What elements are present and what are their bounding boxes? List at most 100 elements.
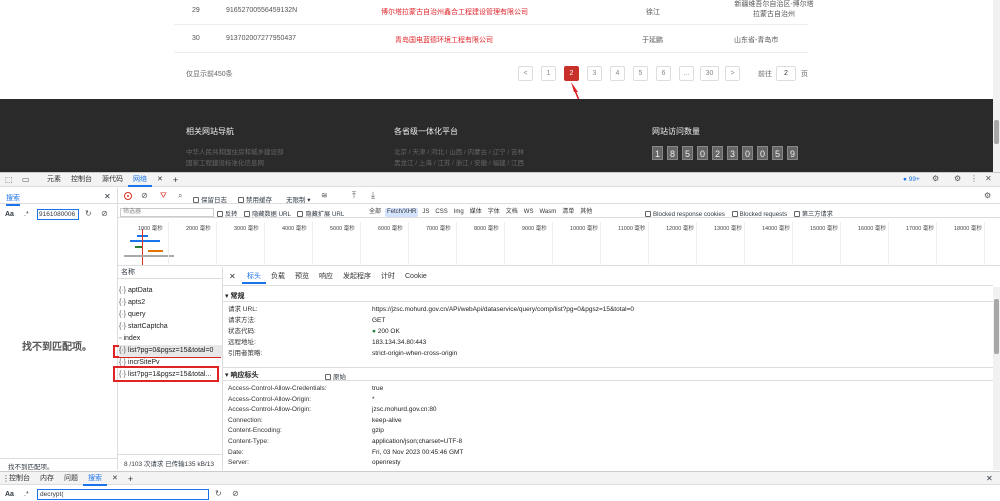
page-scrollbar[interactable] bbox=[993, 0, 1000, 172]
page-4[interactable]: 4 bbox=[610, 66, 625, 81]
chip-wasm[interactable]: Wasm bbox=[537, 208, 558, 217]
goto-input[interactable]: 2 bbox=[776, 66, 796, 81]
tab-timing[interactable]: 计时 bbox=[376, 270, 400, 284]
tab-console[interactable]: 控制台 bbox=[66, 173, 97, 187]
search-input[interactable]: 9161080006 bbox=[37, 209, 79, 220]
request-row[interactable]: {·} incrSitePv bbox=[119, 357, 222, 369]
search-panel-title[interactable]: 搜索 bbox=[6, 193, 20, 206]
filter-icon[interactable]: ⛛ bbox=[160, 191, 167, 201]
drawer-tab-memory[interactable]: 内存 bbox=[35, 472, 59, 486]
chip-media[interactable]: 媒体 bbox=[468, 208, 484, 217]
add-drawer-tab-icon[interactable]: + bbox=[123, 472, 138, 486]
drawer-clear-icon[interactable]: ⊘ bbox=[232, 489, 239, 498]
tab-elements[interactable]: 元素 bbox=[42, 173, 66, 187]
close-drawer-tab-icon[interactable]: ✕ bbox=[107, 472, 123, 486]
preserve-log-checkbox[interactable]: 保留日志 bbox=[193, 194, 227, 204]
close-tab-icon[interactable]: ✕ bbox=[152, 173, 168, 187]
detail-scrollbar[interactable] bbox=[993, 287, 1000, 470]
tab-initiator[interactable]: 发起程序 bbox=[338, 270, 376, 284]
blocked-requests-label[interactable]: Blocked requests bbox=[740, 211, 787, 218]
next-page-button[interactable]: > bbox=[725, 66, 740, 81]
search-icon[interactable]: ⌕ bbox=[178, 191, 182, 201]
drawer-tab-search[interactable]: 搜索 bbox=[83, 472, 107, 486]
settings-icon[interactable]: ⚙ bbox=[932, 174, 939, 183]
more-vert-icon[interactable]: ⋮ bbox=[970, 174, 978, 183]
disable-cache-checkbox[interactable]: 禁用缓存 bbox=[238, 194, 272, 204]
chip-js[interactable]: JS bbox=[420, 208, 431, 217]
request-row[interactable]: {·} startCaptcha bbox=[119, 321, 222, 333]
throttle-select[interactable]: 无限制 ▾ bbox=[286, 194, 311, 204]
footer-link[interactable]: 国家工程建设标准化信息网 bbox=[186, 157, 264, 167]
chip-font[interactable]: 字体 bbox=[486, 208, 502, 217]
province-links[interactable]: 黑龙江 / 上海 / 江苏 / 浙江 / 安徽 / 福建 / 江西 bbox=[394, 157, 524, 167]
request-row[interactable]: {·} list?pg=1&pgsz=15&total... bbox=[119, 369, 222, 381]
network-settings-icon[interactable]: ⚙ bbox=[984, 191, 991, 200]
tab-response[interactable]: 响应 bbox=[314, 270, 338, 284]
request-row[interactable]: {·} query bbox=[119, 309, 222, 321]
tab-cookie[interactable]: Cookie bbox=[400, 270, 432, 284]
drawer-match-case[interactable]: Aa bbox=[5, 491, 14, 498]
gear-icon[interactable]: ⚙ bbox=[954, 174, 961, 183]
tab-network[interactable]: 网络 bbox=[128, 173, 152, 187]
filter-input[interactable]: 筛选器 bbox=[120, 208, 214, 217]
page-ellipsis[interactable]: ... bbox=[679, 66, 694, 81]
chip-manifest[interactable]: 清单 bbox=[560, 208, 576, 217]
request-row[interactable]: {·} apts2 bbox=[119, 297, 222, 309]
match-case-toggle[interactable]: Aa bbox=[5, 211, 14, 218]
close-drawer-icon[interactable]: ✕ bbox=[986, 474, 993, 483]
hide-ext-urls-label[interactable]: 隐藏扩展 URL bbox=[305, 211, 344, 218]
tab-preview[interactable]: 预览 bbox=[290, 270, 314, 284]
tab-payload[interactable]: 负载 bbox=[266, 270, 290, 284]
import-icon[interactable]: ⤒ bbox=[352, 190, 356, 201]
tab-headers[interactable]: 标头 bbox=[242, 270, 266, 284]
drawer-refresh-icon[interactable]: ↻ bbox=[215, 489, 222, 498]
prev-page-button[interactable]: < bbox=[518, 66, 533, 81]
page-6[interactable]: 6 bbox=[656, 66, 671, 81]
chip-all[interactable]: 全部 bbox=[367, 208, 383, 217]
general-section-title[interactable]: ▾ 常规 bbox=[225, 291, 244, 301]
drawer-regex[interactable]: .* bbox=[24, 491, 29, 498]
chip-other[interactable]: 其他 bbox=[578, 208, 594, 217]
response-headers-title[interactable]: ▾ 响应标头 bbox=[225, 370, 258, 380]
request-row[interactable]: {·} list?pg=0&pgsz=15&total=0 bbox=[119, 345, 222, 357]
hide-data-urls-label[interactable]: 隐藏数据 URL bbox=[252, 211, 291, 218]
record-icon[interactable] bbox=[124, 192, 132, 200]
export-icon[interactable]: ⤓ bbox=[371, 190, 375, 201]
request-row[interactable]: ▫ index bbox=[119, 333, 222, 345]
chip-fetch-xhr[interactable]: Fetch/XHR bbox=[385, 208, 419, 217]
drawer-search-input[interactable]: decrypt( bbox=[37, 489, 209, 500]
page-30[interactable]: 30 bbox=[700, 66, 719, 81]
request-list-header[interactable]: 名称 bbox=[118, 267, 222, 279]
close-icon[interactable]: ✕ bbox=[985, 174, 992, 183]
issues-badge[interactable]: ● 99+ bbox=[903, 176, 920, 183]
clear-log-icon[interactable]: ⊘ bbox=[141, 191, 148, 200]
tab-sources[interactable]: 源代码 bbox=[97, 173, 128, 187]
clear-icon[interactable]: ⊘ bbox=[101, 209, 108, 218]
province-links[interactable]: 北京 / 天津 / 河北 / 山西 / 内蒙古 / 辽宁 / 吉林 bbox=[394, 146, 524, 156]
inspect-icon[interactable]: ⬚ bbox=[5, 175, 13, 184]
drawer-tab-issues[interactable]: 问题 bbox=[59, 472, 83, 486]
close-detail-icon[interactable]: ✕ bbox=[229, 272, 236, 281]
drawer-tab-console[interactable]: 控制台 bbox=[4, 472, 35, 486]
chip-doc[interactable]: 文档 bbox=[504, 208, 520, 217]
page-1[interactable]: 1 bbox=[541, 66, 556, 81]
third-party-label[interactable]: 第三方请求 bbox=[802, 211, 833, 218]
page-2-active[interactable]: 2 bbox=[564, 66, 579, 81]
blocked-cookies-label[interactable]: Blocked response cookies bbox=[653, 211, 725, 218]
chip-ws[interactable]: WS bbox=[522, 208, 536, 217]
page-3[interactable]: 3 bbox=[587, 66, 602, 81]
company-link[interactable]: 博尔塔拉蒙古自治州鑫合工程建设管理有限公司 bbox=[381, 7, 528, 17]
invert-label[interactable]: 反转 bbox=[225, 211, 237, 218]
company-link[interactable]: 青岛国电蓝德环境工程有限公司 bbox=[395, 35, 493, 45]
chip-css[interactable]: CSS bbox=[433, 208, 449, 217]
add-tab-icon[interactable]: + bbox=[168, 173, 183, 187]
refresh-icon[interactable]: ↻ bbox=[85, 209, 92, 218]
regex-toggle[interactable]: .* bbox=[24, 211, 29, 218]
footer-link[interactable]: 中华人民共和国住房和城乡建设部 bbox=[186, 146, 284, 156]
close-search-icon[interactable]: ✕ bbox=[104, 192, 111, 201]
wifi-icon[interactable]: ≋ bbox=[321, 191, 328, 200]
request-row[interactable]: {·} aptData bbox=[119, 285, 222, 297]
chip-img[interactable]: Img bbox=[452, 208, 466, 217]
page-5[interactable]: 5 bbox=[633, 66, 648, 81]
device-toggle-icon[interactable]: ▭ bbox=[22, 175, 30, 184]
